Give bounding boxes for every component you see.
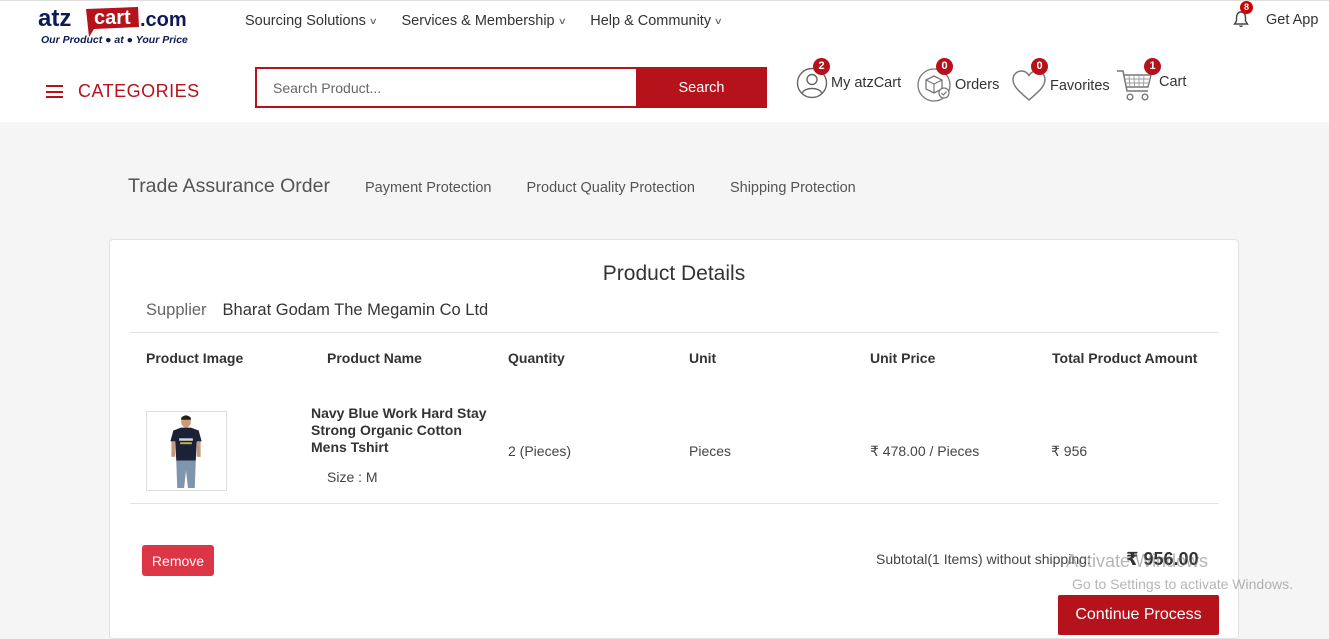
cart-badge: 1 [1144,58,1161,75]
column-header-quantity: Quantity [508,350,565,366]
remove-button[interactable]: Remove [142,545,214,576]
categories-menu-button[interactable]: CATEGORIES [46,81,200,102]
svg-text:cart: cart [94,7,131,29]
my-atzcart-link[interactable]: My atzCart [796,67,901,99]
product-details-title: Product Details [602,262,746,285]
supplier-label: Supplier [146,301,207,319]
product-unit: Pieces [689,443,732,459]
product-unit-price: ₹ 478.00 / Pieces [870,443,980,459]
my-atzcart-badge: 2 [813,58,830,75]
nav-label: Help & Community [590,13,712,29]
get-app-link[interactable]: Get App [1266,12,1318,28]
continue-process-button[interactable]: Continue Process [1058,595,1219,635]
column-header-total-amount: Total Product Amount [1052,350,1198,366]
subtotal-label: Subtotal(1 Items) without shipping: [876,551,1091,567]
my-atzcart-label: My atzCart [831,75,902,91]
trade-assurance-bar: Trade Assurance Order Payment Protection… [128,175,891,198]
search-bar: Search [255,67,767,108]
watermark-subtitle: Go to Settings to activate Windows. [1072,576,1293,592]
svg-text:atz: atz [38,5,71,32]
product-total-amount: ₹ 956 [1051,443,1088,459]
product-details-card: Product Details Supplier Bharat Godam Th… [109,239,1239,639]
hamburger-icon [46,85,63,98]
nav-sourcing-solutions[interactable]: Sourcing Solutions ∨ [245,13,378,29]
divider [130,332,1219,333]
nav-label: Services & Membership [401,13,555,29]
product-name[interactable]: Navy Blue Work Hard Stay Strong Organic … [311,405,501,456]
site-header: atz cart .com Our Product ● at ● Your Pr… [0,1,1329,122]
nav-label: Sourcing Solutions [245,13,366,29]
notification-badge: 8 [1240,1,1253,14]
shipping-protection-link[interactable]: Shipping Protection [730,180,856,196]
column-header-product-image: Product Image [146,350,244,366]
svg-text:Our Product ● at ● Your Price: Our Product ● at ● Your Price [41,34,188,46]
chevron-down-icon: ∨ [713,15,724,26]
divider [130,503,1219,504]
cart-label: Cart [1159,74,1187,90]
orders-link[interactable]: Orders [917,67,999,103]
product-quality-protection-link[interactable]: Product Quality Protection [527,180,695,196]
atzcart-logo[interactable]: atz cart .com Our Product ● at ● Your Pr… [38,5,200,47]
supplier-name: Bharat Godam The Megamin Co Ltd [222,301,489,319]
orders-label: Orders [955,77,1000,93]
payment-protection-link[interactable]: Payment Protection [365,180,492,196]
column-header-product-name: Product Name [327,350,422,366]
product-size: Size : M [327,469,378,485]
search-input[interactable] [255,67,636,108]
trade-assurance-title: Trade Assurance Order [128,175,330,197]
nav-services-membership[interactable]: Services & Membership ∨ [401,13,567,29]
column-header-unit: Unit [689,350,717,366]
favorites-label: Favorites [1050,77,1110,94]
chevron-down-icon: ∨ [557,15,567,26]
favorites-badge: 0 [1031,58,1048,75]
top-navigation: Sourcing Solutions ∨ Services & Membersh… [245,13,747,29]
product-thumbnail[interactable] [146,411,227,491]
search-button[interactable]: Search [636,67,767,108]
svg-text:.com: .com [140,9,187,31]
supplier-info: Supplier Bharat Godam The Megamin Co Ltd [146,301,488,320]
activate-windows-watermark: Activate Windows Go to Settings to activ… [1066,551,1293,592]
watermark-title: Activate Windows [1066,551,1209,571]
nav-help-community[interactable]: Help & Community ∨ [590,13,724,29]
product-quantity: 2 (Pieces) [508,443,572,459]
categories-label: CATEGORIES [78,81,200,101]
chevron-down-icon: ∨ [368,15,378,26]
orders-badge: 0 [936,58,953,75]
column-header-unit-price: Unit Price [870,350,936,366]
favorites-link[interactable]: Favorites [1011,69,1110,102]
